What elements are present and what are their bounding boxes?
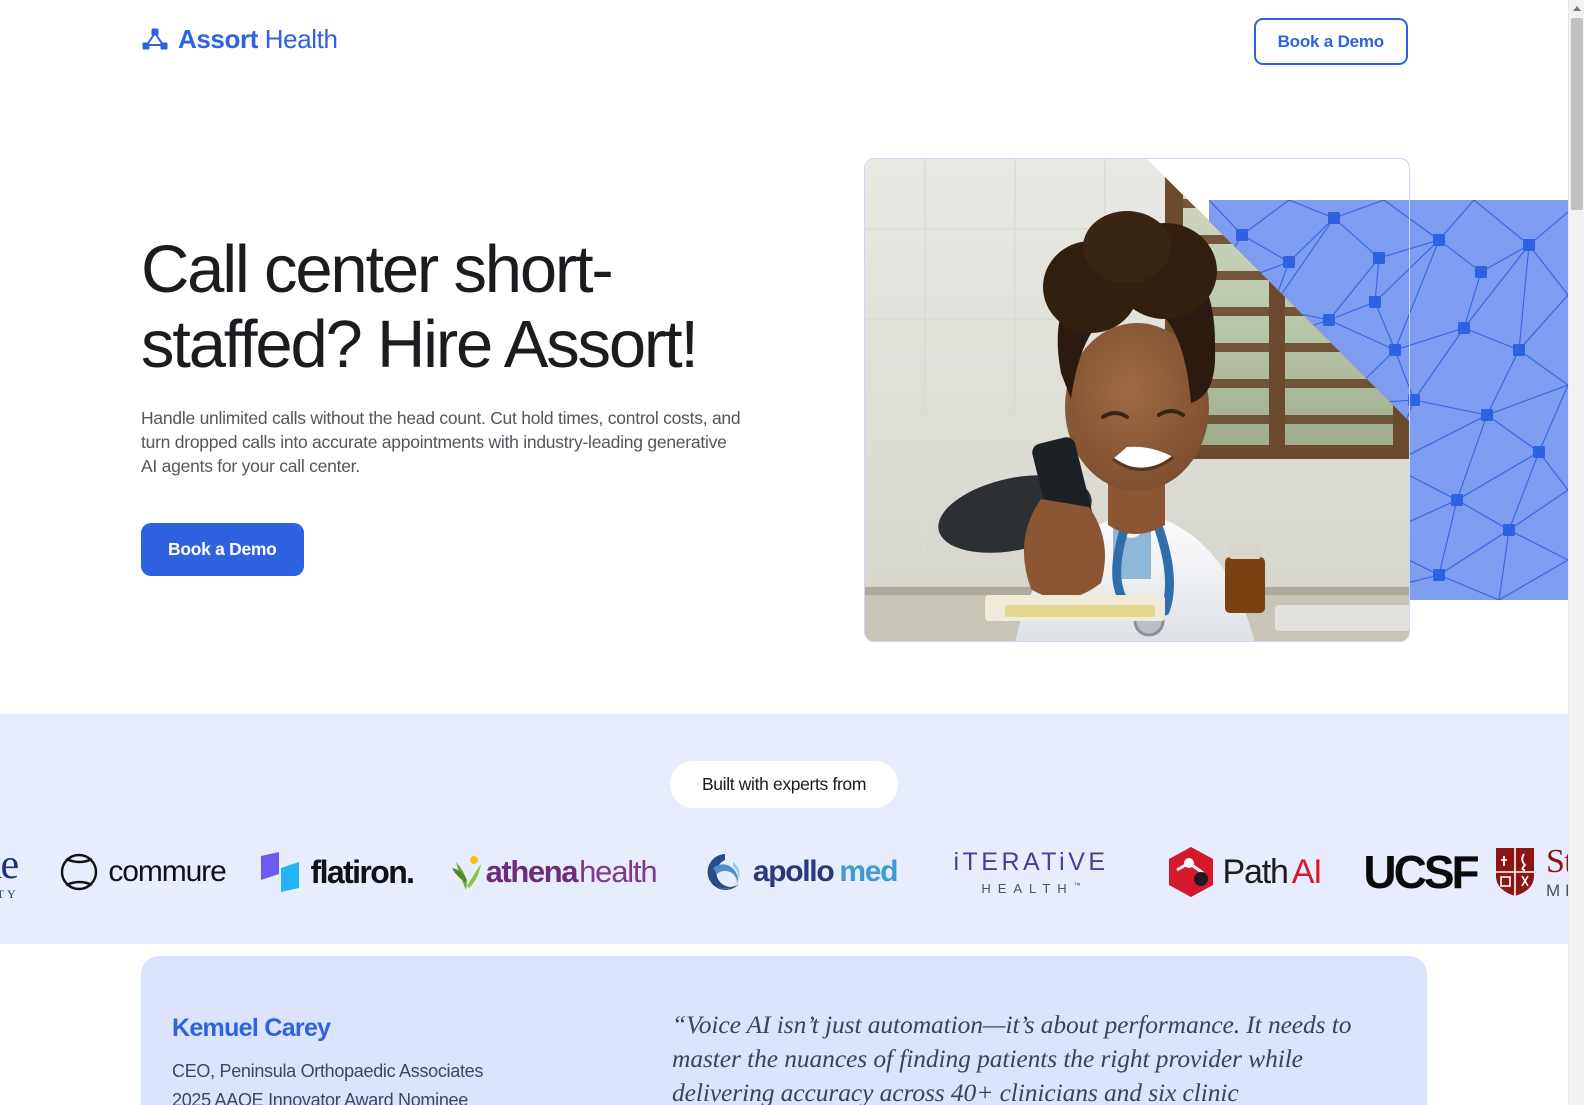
built-with-experts-badge: Built with experts from [669, 761, 899, 808]
duke-line-1: ke [0, 842, 19, 888]
flatiron-icon [260, 852, 299, 892]
site-header: Assort Health Book a Demo [0, 0, 1568, 80]
logo-text-health: Health [257, 24, 338, 54]
partner-logo-ucsf[interactable]: UCSF [1346, 832, 1494, 912]
partner-logos-section: Built with experts from ke SITY [0, 714, 1568, 944]
commure-icon [61, 853, 98, 891]
flatiron-wordmark: flatiron. [310, 853, 416, 890]
partner-logo-commure[interactable]: commure [44, 832, 240, 912]
testimonial-author-award: 2025 AAOE Innovator Award Nominee [172, 1090, 468, 1105]
athenahealth-leaf-icon [451, 856, 481, 890]
vertical-scrollbar[interactable] [1568, 0, 1584, 1105]
apollomed-icon [707, 854, 740, 890]
apollomed-wordmark-light: med [839, 855, 898, 888]
browser-viewport: Assort Health Book a Demo Call center sh… [0, 0, 1568, 1105]
iterative-line-2: HEALTH™ [953, 882, 1108, 895]
partner-logo-athenahealth[interactable]: athena health [430, 832, 676, 912]
pathai-wordmark-dark: Path [1222, 852, 1289, 891]
iterative-line-1: iTERATiVE [953, 847, 1109, 876]
stanford-line-1: Stanfo [1546, 843, 1568, 880]
hero-content: Call center short-staffed? Hire Assort! … [141, 232, 781, 576]
partner-logo-stanford-medicine[interactable]: Stanfo MEDIC [1494, 832, 1568, 912]
hero-photo [864, 158, 1410, 642]
scrollbar-thumb[interactable] [1571, 18, 1583, 210]
testimonial-author-block: Kemuel Carey CEO, Peninsula Orthopaedic … [172, 1013, 642, 1105]
testimonial-quote: “Voice AI isn’t just automation—it’s abo… [672, 1010, 1352, 1105]
testimonial-author-role: CEO, Peninsula Orthopaedic Associates [172, 1061, 484, 1081]
partner-logo-pathai[interactable]: Path AI [1138, 832, 1346, 912]
partner-logo-iterative-health[interactable]: iTERATiVE HEALTH™ [924, 832, 1138, 912]
partner-logo-strip: ke SITY commure [0, 832, 1568, 912]
scrollbar-up-arrow[interactable] [1569, 0, 1584, 17]
stanford-shield-icon [1496, 848, 1534, 896]
header-book-demo-button[interactable]: Book a Demo [1253, 18, 1408, 65]
logo-wordmark: Assort Health [178, 24, 338, 54]
page-title: Call center short-staffed? Hire Assort! [141, 232, 699, 382]
stanford-line-2: MEDIC [1546, 881, 1568, 900]
athena-wordmark-bold: athena [485, 854, 579, 889]
commure-wordmark: commure [108, 855, 226, 888]
site-logo[interactable]: Assort Health [141, 24, 338, 54]
page-root: Assort Health Book a Demo Call center sh… [0, 0, 1584, 1105]
iterative-health-text: HEALTH [981, 880, 1074, 896]
partner-logo-duke[interactable]: ke SITY [0, 832, 44, 912]
network-nodes-icon [142, 28, 168, 50]
duke-line-2: SITY [0, 887, 19, 901]
hero-photo-illustration [865, 159, 1409, 641]
partner-logo-flatiron[interactable]: flatiron. [240, 832, 430, 912]
apollomed-wordmark-bold: apollo [752, 855, 835, 888]
hero-media [864, 158, 1568, 642]
ucsf-wordmark: UCSF [1363, 846, 1479, 898]
testimonial-author-name: Kemuel Carey [172, 1014, 331, 1042]
partner-logo-apollomed[interactable]: apollo med [676, 832, 924, 912]
athena-wordmark-light: health [579, 854, 657, 889]
logo-text-assort: Assort [178, 24, 258, 54]
pathai-icon [1168, 847, 1213, 897]
pathai-wordmark-red: AI [1291, 852, 1323, 891]
testimonial-card: Kemuel Carey CEO, Peninsula Orthopaedic … [141, 956, 1427, 1105]
hero-subtitle: Handle unlimited calls without the head … [141, 408, 741, 476]
iterative-tm: ™ [1073, 882, 1081, 890]
duke-wordmark: ke SITY [0, 844, 19, 900]
hero-book-demo-button[interactable]: Book a Demo [141, 523, 304, 576]
